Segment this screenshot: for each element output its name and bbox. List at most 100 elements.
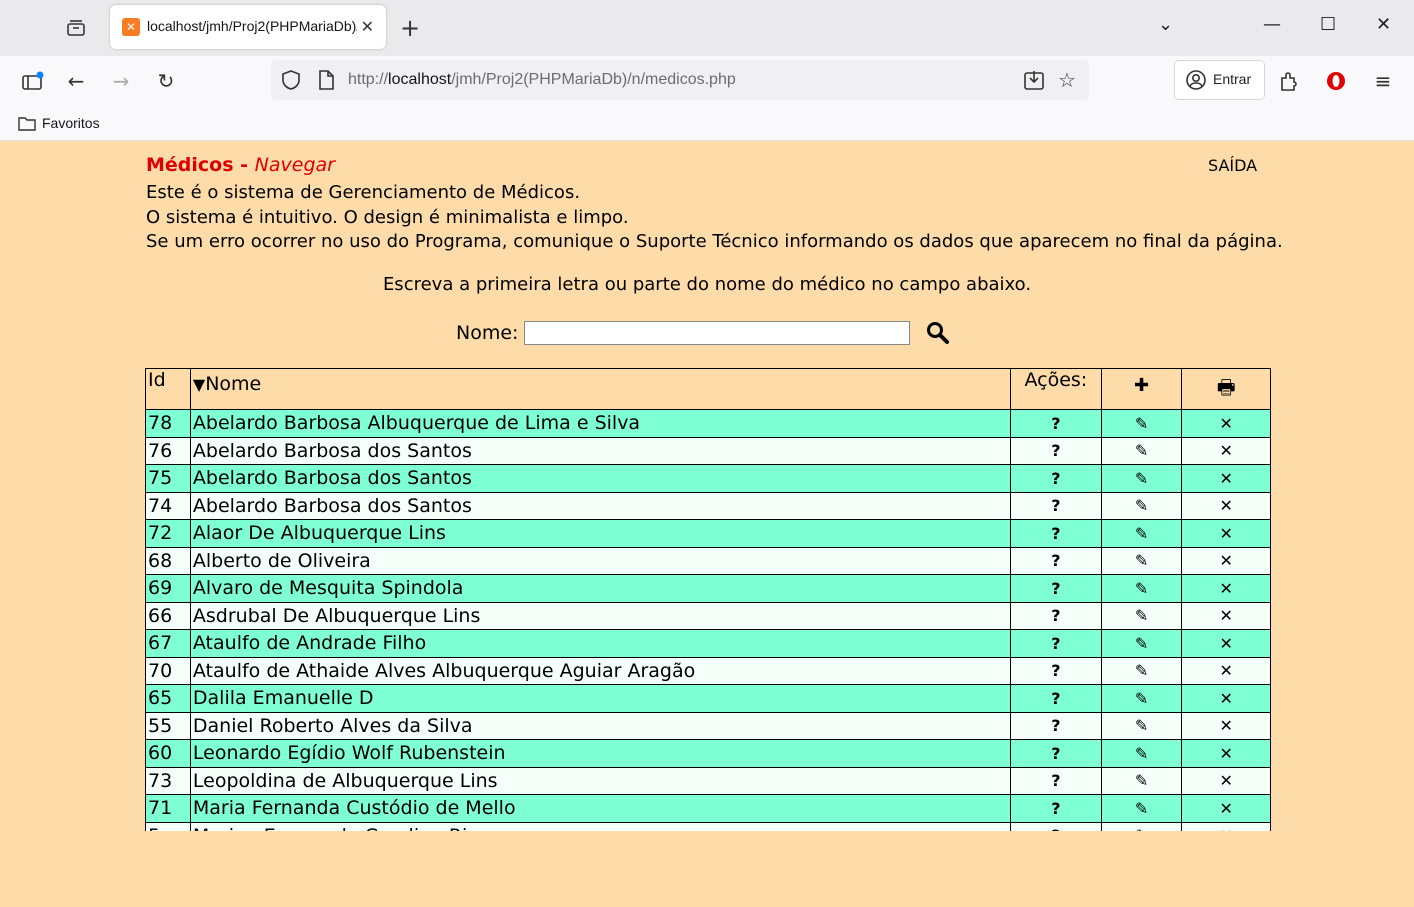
table-row[interactable]: 68 Alberto de Oliveira? ✎ ✕ <box>145 546 1271 575</box>
shield-icon[interactable] <box>281 69 301 95</box>
edit-pencil-icon[interactable]: ✎ <box>1100 409 1183 438</box>
edit-pencil-icon[interactable]: ✎ <box>1100 601 1183 630</box>
back-arrow-icon[interactable]: ← <box>63 68 89 94</box>
delete-x-icon[interactable]: ✕ <box>1181 821 1271 831</box>
view-details-icon[interactable]: ? <box>1009 629 1102 658</box>
delete-x-icon[interactable]: ✕ <box>1181 491 1271 520</box>
delete-x-icon[interactable]: ✕ <box>1181 546 1271 575</box>
view-details-icon[interactable]: ? <box>1009 546 1102 575</box>
edit-pencil-icon[interactable]: ✎ <box>1100 464 1183 493</box>
column-header-nome[interactable]: ▼Nome <box>189 368 1011 410</box>
maximize-icon[interactable]: ☐ <box>1320 14 1336 35</box>
page-info-icon[interactable] <box>317 70 335 94</box>
edit-pencil-icon[interactable]: ✎ <box>1100 711 1183 740</box>
delete-x-icon[interactable]: ✕ <box>1181 711 1271 740</box>
row-id: 55 <box>145 711 191 740</box>
delete-x-icon[interactable]: ✕ <box>1181 519 1271 548</box>
tab-overflow-chevron-icon[interactable]: ⌄ <box>1158 14 1173 35</box>
column-header-id[interactable]: Id <box>145 368 191 410</box>
save-page-icon[interactable] <box>1023 69 1045 95</box>
delete-x-icon[interactable]: ✕ <box>1181 574 1271 603</box>
view-details-icon[interactable]: ? <box>1009 821 1102 831</box>
table-row[interactable]: 72 Alaor De Albuquerque Lins? ✎ ✕ <box>145 519 1271 548</box>
browser-tab-active[interactable]: ✕ localhost/jmh/Proj2(PHPMariaDb)/n/medi… <box>110 5 386 49</box>
row-name: Leonardo Egídio Wolf Rubenstein <box>189 739 1011 768</box>
view-details-icon[interactable]: ? <box>1009 491 1102 520</box>
close-window-icon[interactable]: ✕ <box>1376 14 1391 35</box>
delete-x-icon[interactable]: ✕ <box>1181 436 1271 465</box>
table-row[interactable]: 5Marina Emanuela Carolina Rizzo?✎✕ <box>145 821 1271 831</box>
edit-pencil-icon[interactable]: ✎ <box>1100 436 1183 465</box>
table-row[interactable]: 70 Ataulfo de Athaide Alves Albuquerque A… <box>145 656 1271 685</box>
add-doctor-icon[interactable]: ✚ <box>1100 368 1183 410</box>
reload-icon[interactable]: ↻ <box>153 68 179 94</box>
view-details-icon[interactable]: ? <box>1009 519 1102 548</box>
edit-pencil-icon[interactable]: ✎ <box>1100 739 1183 768</box>
opera-addon-icon[interactable] <box>1323 68 1349 94</box>
view-details-icon[interactable]: ? <box>1009 766 1102 795</box>
print-icon[interactable]: 🖶 <box>1181 368 1271 410</box>
table-row[interactable]: 74 Abelardo Barbosa dos Santos? ✎ ✕ <box>145 491 1271 520</box>
url-bar[interactable]: http://localhost/jmh/Proj2(PHPMariaDb)/n… <box>271 60 1089 100</box>
table-row[interactable]: 75 Abelardo Barbosa dos Santos? ✎ ✕ <box>145 464 1271 493</box>
view-details-icon[interactable]: ? <box>1009 409 1102 438</box>
edit-pencil-icon[interactable]: ✎ <box>1100 656 1183 685</box>
row-id: 5 <box>145 821 191 831</box>
menu-hamburger-icon[interactable]: ≡ <box>1370 68 1396 94</box>
exit-link[interactable]: SAÍDA <box>1208 156 1257 175</box>
table-row[interactable]: 73 Leopoldina de Albuquerque Lins? ✎ ✕ <box>145 766 1271 795</box>
table-row[interactable]: 65 Dalila Emanuelle D? ✎ ✕ <box>145 684 1271 713</box>
edit-pencil-icon[interactable]: ✎ <box>1100 684 1183 713</box>
new-tab-icon[interactable]: + <box>400 14 420 42</box>
delete-x-icon[interactable]: ✕ <box>1181 684 1271 713</box>
edit-pencil-icon[interactable]: ✎ <box>1100 629 1183 658</box>
delete-x-icon[interactable]: ✕ <box>1181 656 1271 685</box>
edit-pencil-icon[interactable]: ✎ <box>1100 519 1183 548</box>
sidebar-icon[interactable] <box>20 68 46 94</box>
view-details-icon[interactable]: ? <box>1009 684 1102 713</box>
edit-pencil-icon[interactable]: ✎ <box>1100 546 1183 575</box>
minimize-icon[interactable]: — <box>1263 14 1281 35</box>
row-id: 78 <box>145 409 191 438</box>
page-subtitle: Navegar <box>254 154 335 176</box>
view-details-icon[interactable]: ? <box>1009 794 1102 823</box>
table-row[interactable]: 69 Alvaro de Mesquita Spindola? ✎ ✕ <box>145 574 1271 603</box>
delete-x-icon[interactable]: ✕ <box>1181 409 1271 438</box>
row-id: 71 <box>145 794 191 823</box>
table-row[interactable]: 60 Leonardo Egídio Wolf Rubenstein? ✎ ✕ <box>145 739 1271 768</box>
edit-pencil-icon[interactable]: ✎ <box>1100 491 1183 520</box>
forward-arrow-icon[interactable]: → <box>108 68 134 94</box>
view-details-icon[interactable]: ? <box>1009 656 1102 685</box>
delete-x-icon[interactable]: ✕ <box>1181 464 1271 493</box>
extensions-icon[interactable] <box>1276 68 1302 94</box>
table-row[interactable]: 71 Maria Fernanda Custódio de Mello? ✎ ✕ <box>145 794 1271 823</box>
name-search-input[interactable] <box>524 321 911 345</box>
table-row[interactable]: 76 Abelardo Barbosa dos Santos? ✎ ✕ <box>145 436 1271 465</box>
view-details-icon[interactable]: ? <box>1009 464 1102 493</box>
view-details-icon[interactable]: ? <box>1009 601 1102 630</box>
delete-x-icon[interactable]: ✕ <box>1181 766 1271 795</box>
view-details-icon[interactable]: ? <box>1009 739 1102 768</box>
edit-pencil-icon[interactable]: ✎ <box>1100 766 1183 795</box>
bookmark-folder-favoritos[interactable]: Favoritos <box>18 115 100 131</box>
delete-x-icon[interactable]: ✕ <box>1181 794 1271 823</box>
row-id: 76 <box>145 436 191 465</box>
delete-x-icon[interactable]: ✕ <box>1181 629 1271 658</box>
tab-close-icon[interactable]: ✕ <box>361 17 374 36</box>
delete-x-icon[interactable]: ✕ <box>1181 739 1271 768</box>
table-row[interactable]: 55 Daniel Roberto Alves da Silva? ✎ ✕ <box>145 711 1271 740</box>
view-details-icon[interactable]: ? <box>1009 436 1102 465</box>
tab-list-icon[interactable] <box>62 14 90 42</box>
edit-pencil-icon[interactable]: ✎ <box>1100 574 1183 603</box>
table-row[interactable]: 78 Abelardo Barbosa Albuquerque de Lima e… <box>145 409 1271 438</box>
table-row[interactable]: 66 Asdrubal De Albuquerque Lins? ✎ ✕ <box>145 601 1271 630</box>
view-details-icon[interactable]: ? <box>1009 574 1102 603</box>
search-icon[interactable] <box>926 321 950 345</box>
edit-pencil-icon[interactable]: ✎ <box>1100 794 1183 823</box>
signin-button[interactable]: Entrar <box>1174 60 1265 100</box>
table-row[interactable]: 67 Ataulfo de Andrade Filho? ✎ ✕ <box>145 629 1271 658</box>
bookmark-star-icon[interactable]: ☆ <box>1058 68 1076 92</box>
delete-x-icon[interactable]: ✕ <box>1181 601 1271 630</box>
view-details-icon[interactable]: ? <box>1009 711 1102 740</box>
edit-pencil-icon[interactable]: ✎ <box>1100 821 1183 831</box>
